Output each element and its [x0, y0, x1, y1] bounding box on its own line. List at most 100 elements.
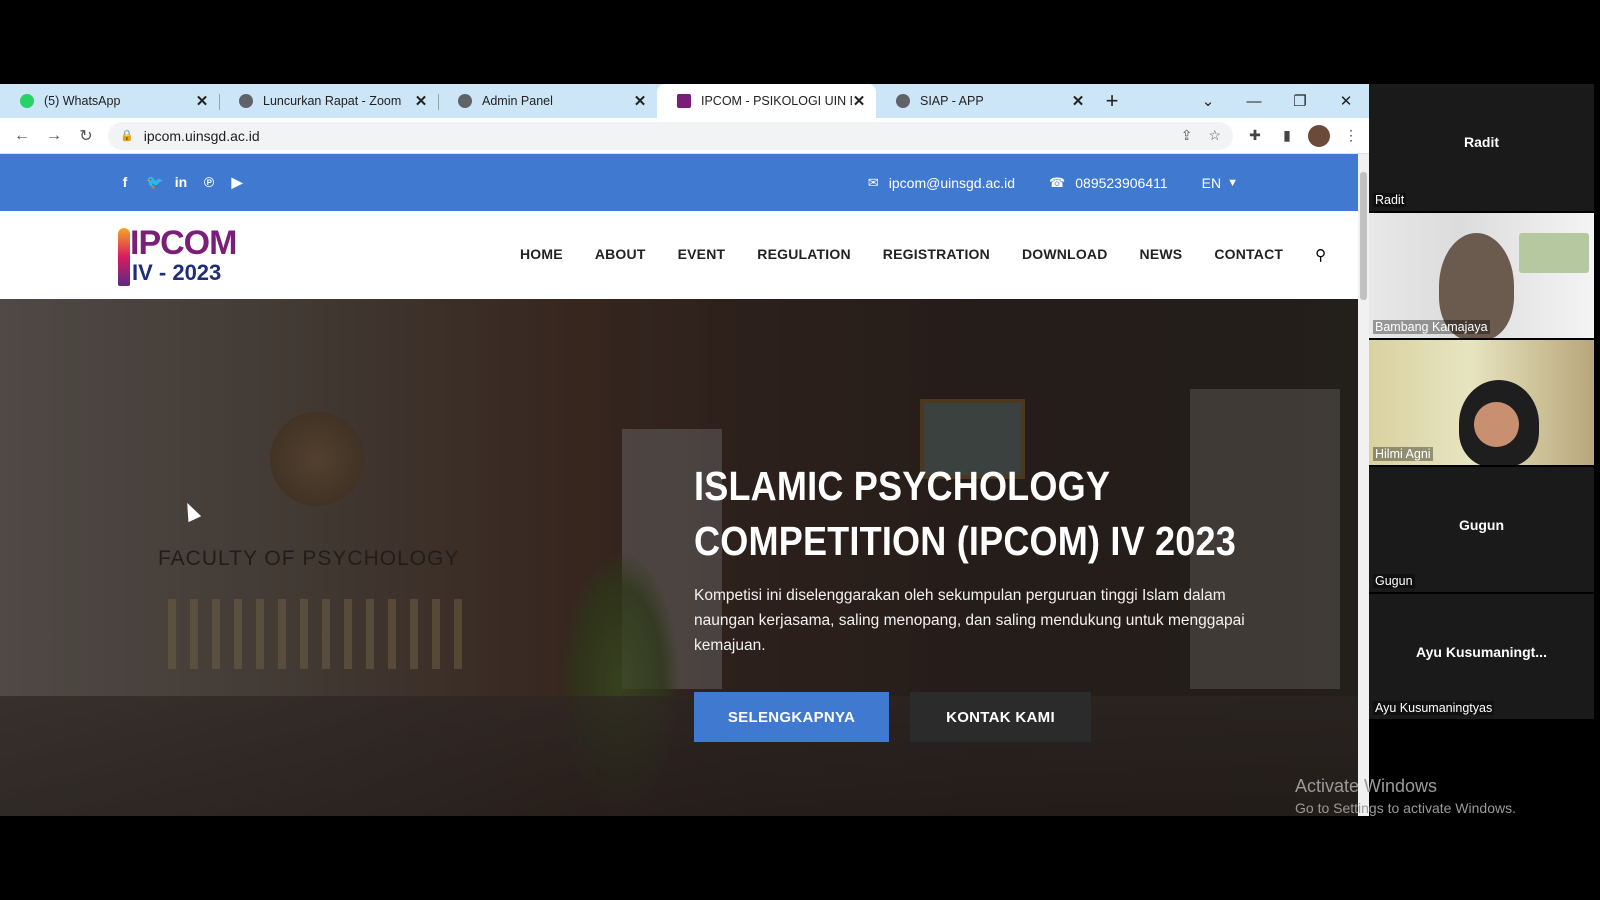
tab-whatsapp[interactable]: (5) WhatsApp ✕	[0, 84, 219, 118]
menu-icon[interactable]: ⋮	[1335, 127, 1367, 144]
restore-icon[interactable]: ❐	[1277, 92, 1323, 110]
twitter-icon[interactable]: 🐦	[146, 174, 163, 191]
window-controls: ⌄ — ❐ ✕	[1185, 84, 1369, 118]
participant-tile[interactable]: Hilmi Agni	[1369, 338, 1594, 467]
forward-icon[interactable]: →	[38, 127, 70, 145]
menu-item-about[interactable]: ABOUT	[595, 246, 646, 264]
globe-icon	[896, 94, 910, 108]
search-icon[interactable]: ⚲	[1315, 246, 1326, 264]
main-menu: HOME ABOUT EVENT REGULATION REGISTRATION…	[520, 246, 1326, 264]
tab-title: (5) WhatsApp	[44, 94, 121, 108]
contact-us-button[interactable]: KONTAK KAMI	[910, 692, 1091, 742]
page-scrollbar[interactable]	[1358, 154, 1369, 816]
participant-label: Ayu Kusumaningtyas	[1373, 701, 1495, 715]
browser-toolbar: ← → ↻ 🔒 ipcom.uinsgd.ac.id ⇪ ☆ ✚ ▮ ⋮	[0, 118, 1369, 154]
url-text[interactable]: ipcom.uinsgd.ac.id	[144, 128, 1165, 144]
star-icon[interactable]: ☆	[1208, 127, 1221, 144]
globe-icon	[239, 94, 253, 108]
hero-buttons: SELENGKAPNYA KONTAK KAMI	[694, 692, 1254, 742]
site-logo[interactable]: IPCOM IV - 2023	[118, 220, 258, 290]
linkedin-icon[interactable]: in	[174, 174, 188, 191]
menu-item-contact[interactable]: CONTACT	[1214, 246, 1283, 264]
watermark-subtitle: Go to Settings to activate Windows.	[1295, 800, 1516, 816]
close-icon[interactable]: ✕	[414, 92, 428, 110]
language-selector[interactable]: EN ▼	[1202, 175, 1238, 191]
menu-item-news[interactable]: NEWS	[1140, 246, 1183, 264]
globe-icon	[458, 94, 472, 108]
email-text: ipcom@uinsgd.ac.id	[888, 174, 1016, 191]
participant-tile[interactable]: Radit Radit	[1369, 84, 1594, 211]
participant-tile[interactable]: Ayu Kusumaningt... Ayu Kusumaningtyas	[1369, 592, 1594, 719]
new-tab-button[interactable]: +	[1095, 88, 1129, 114]
participant-face	[1474, 402, 1519, 447]
close-icon[interactable]: ✕	[195, 92, 209, 110]
tab-siap-app[interactable]: SIAP - APP ✕	[876, 84, 1095, 118]
phone-text: 089523906411	[1075, 174, 1168, 191]
participant-center-name: Ayu Kusumaningt...	[1416, 644, 1547, 660]
menu-item-registration[interactable]: REGISTRATION	[883, 246, 990, 264]
extensions-icon[interactable]: ✚	[1239, 127, 1271, 144]
scrollbar-thumb[interactable]	[1360, 172, 1367, 300]
windows-activation-watermark: Activate Windows Go to Settings to activ…	[1295, 776, 1516, 816]
read-more-button[interactable]: SELENGKAPNYA	[694, 692, 889, 742]
tab-title: Luncurkan Rapat - Zoom	[263, 94, 402, 108]
participant-label: Bambang Kamajaya	[1373, 320, 1490, 334]
address-bar[interactable]: 🔒 ipcom.uinsgd.ac.id ⇪ ☆	[108, 121, 1233, 150]
close-icon[interactable]: ✕	[852, 92, 866, 110]
toolbar-actions: ✚ ▮ ⋮	[1233, 124, 1367, 147]
browser-window: (5) WhatsApp ✕ Luncurkan Rapat - Zoom ✕ …	[0, 84, 1369, 816]
menu-item-regulation[interactable]: REGULATION	[757, 246, 851, 264]
contact-info: ✉ ipcom@uinsgd.ac.id ☎ 089523906411 EN ▼	[834, 175, 1238, 191]
tab-title: IPCOM - PSIKOLOGI UIN BDG	[701, 94, 852, 108]
screen: (5) WhatsApp ✕ Luncurkan Rapat - Zoom ✕ …	[0, 0, 1600, 900]
site-navbar: IPCOM IV - 2023 HOME ABOUT EVENT REGULAT…	[0, 211, 1358, 299]
tab-ipcom[interactable]: IPCOM - PSIKOLOGI UIN BDG ✕	[657, 84, 876, 118]
tab-title: SIAP - APP	[920, 94, 984, 108]
menu-item-event[interactable]: EVENT	[678, 246, 726, 264]
email-link[interactable]: ✉ ipcom@uinsgd.ac.id	[868, 175, 1015, 191]
share-icon[interactable]: ⇪	[1181, 127, 1193, 144]
chevron-down-icon: ▼	[1227, 176, 1238, 189]
site-topbar: f 🐦 in ℗ ▶ ✉ ipcom@uinsgd.ac.id ☎ 089523…	[0, 154, 1358, 211]
tab-search-icon[interactable]: ⌄	[1185, 92, 1231, 110]
close-icon[interactable]: ✕	[1071, 92, 1085, 110]
reload-icon[interactable]: ↻	[70, 126, 102, 146]
participant-label: Radit	[1373, 193, 1407, 207]
menu-item-home[interactable]: HOME	[520, 246, 563, 264]
envelope-icon: ✉	[867, 174, 879, 190]
logo-text-main: IPCOM	[130, 224, 237, 262]
lock-icon[interactable]: 🔒	[120, 129, 134, 142]
whatsapp-icon	[20, 94, 34, 108]
side-panel-icon[interactable]: ▮	[1271, 127, 1303, 144]
tab-admin-panel[interactable]: Admin Panel ✕	[438, 84, 657, 118]
language-text: EN	[1201, 174, 1222, 191]
participant-tile[interactable]: Bambang Kamajaya	[1369, 211, 1594, 340]
web-page: f 🐦 in ℗ ▶ ✉ ipcom@uinsgd.ac.id ☎ 089523…	[0, 154, 1358, 816]
hero-description: Kompetisi ini diselenggarakan oleh sekum…	[694, 587, 1245, 654]
hero-title: ISLAMIC PSYCHOLOGY COMPETITION (IPCOM) I…	[694, 463, 1237, 564]
hero-banner: FACULTY OF PSYCHOLOGY ISLAMIC PSYCHOLOGY…	[0, 299, 1358, 816]
back-icon[interactable]: ←	[6, 127, 38, 145]
logo-text-year: IV - 2023	[132, 260, 222, 285]
pinterest-icon[interactable]: ℗	[202, 174, 216, 191]
menu-item-download[interactable]: DOWNLOAD	[1022, 246, 1108, 264]
participant-label: Hilmi Agni	[1373, 447, 1433, 461]
hero-content: ISLAMIC PSYCHOLOGY COMPETITION (IPCOM) I…	[694, 459, 1254, 742]
phone-link[interactable]: ☎ 089523906411	[1049, 175, 1168, 191]
participant-video-backdrop	[1519, 233, 1589, 273]
participant-label: Gugun	[1373, 574, 1415, 588]
facebook-icon[interactable]: f	[118, 174, 132, 191]
zoom-participant-panel: Radit Radit Bambang Kamajaya Hilmi Agni …	[1369, 84, 1594, 726]
participant-tile[interactable]: Gugun Gugun	[1369, 465, 1594, 592]
ipcom-favicon-icon	[677, 94, 691, 108]
tab-title: Admin Panel	[482, 94, 553, 108]
flame-logo-icon	[118, 228, 130, 286]
watermark-title: Activate Windows	[1295, 776, 1438, 796]
minimize-icon[interactable]: —	[1231, 93, 1277, 110]
close-icon[interactable]: ✕	[633, 92, 647, 110]
participant-center-name: Gugun	[1458, 517, 1505, 533]
close-window-icon[interactable]: ✕	[1323, 92, 1369, 110]
youtube-icon[interactable]: ▶	[230, 174, 244, 191]
profile-avatar[interactable]	[1308, 124, 1330, 147]
tab-zoom[interactable]: Luncurkan Rapat - Zoom ✕	[219, 84, 438, 118]
